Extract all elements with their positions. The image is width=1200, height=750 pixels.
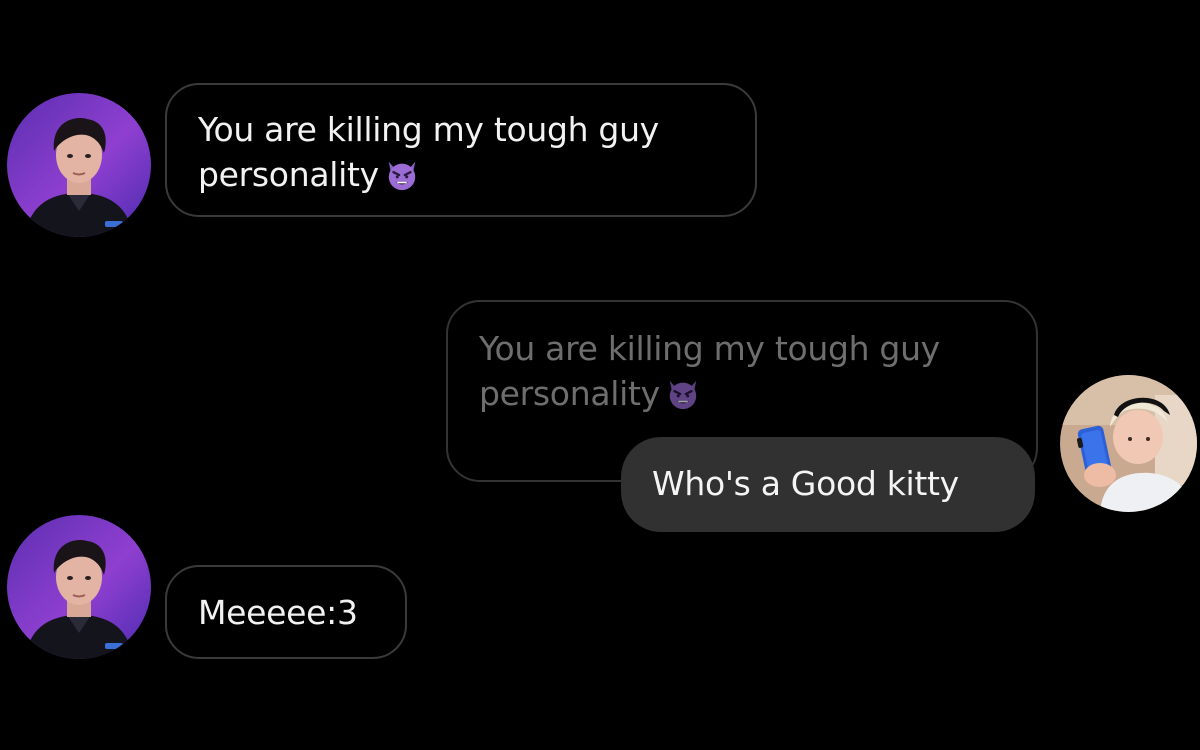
smiling-devil-icon xyxy=(666,377,700,411)
message-text: Who's a Good kitty xyxy=(652,464,959,503)
quoted-text-line: personality xyxy=(479,371,1006,416)
smiling-devil-icon xyxy=(385,158,419,192)
message-text-line: You are killing my tough guy xyxy=(198,110,659,149)
contact-avatar[interactable] xyxy=(7,93,151,237)
incoming-message-bubble[interactable]: You are killing my tough guy personality xyxy=(165,83,757,217)
contact-avatar[interactable] xyxy=(7,515,151,659)
quoted-text-line: You are killing my tough guy xyxy=(479,329,940,368)
incoming-message-bubble[interactable]: Meeeee:3 xyxy=(165,565,407,659)
chat-thread: You are killing my tough guy personality… xyxy=(0,0,1200,750)
message-text-line: personality xyxy=(198,152,725,197)
quoted-text-word: personality xyxy=(479,374,660,413)
message-text: Meeeee:3 xyxy=(198,593,358,632)
outgoing-message-bubble[interactable]: Who's a Good kitty xyxy=(621,437,1035,532)
message-text-word: personality xyxy=(198,155,379,194)
user-avatar[interactable] xyxy=(1060,375,1197,512)
